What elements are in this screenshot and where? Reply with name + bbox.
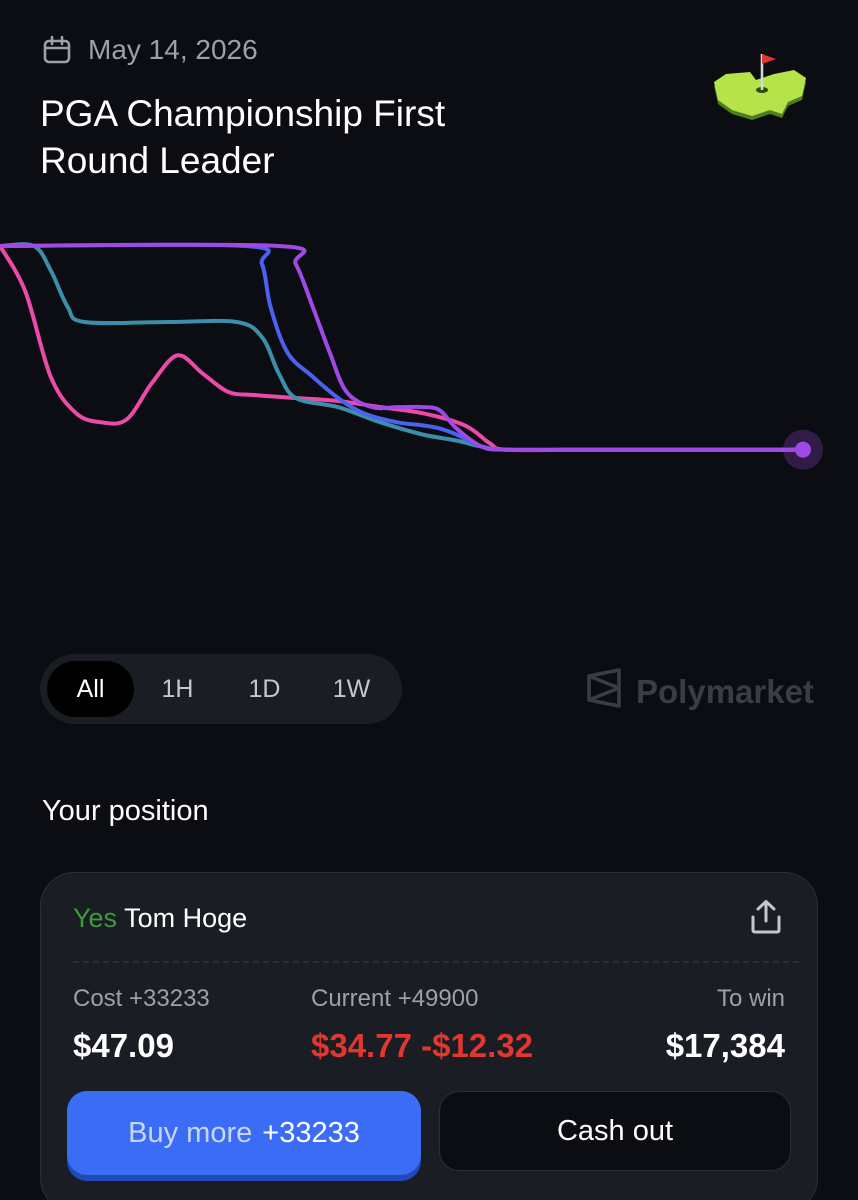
range-tab-1h[interactable]: 1H — [134, 661, 221, 717]
to-win-label: To win — [716, 985, 785, 1012]
to-win-stat: To win $17,384 — [666, 985, 785, 1065]
position-outcome-name: Tom Hoge — [124, 903, 248, 933]
cost-label: Cost +33233 — [73, 985, 210, 1012]
current-value-row: $34.77 -$12.32 — [311, 1027, 533, 1065]
polymarket-logo-icon — [586, 668, 622, 716]
calendar-icon — [42, 35, 72, 65]
buy-more-label: Buy more — [128, 1116, 253, 1149]
chart-series-line-1 — [0, 244, 805, 453]
range-tab-1d[interactable]: 1D — [221, 661, 308, 717]
event-date: May 14, 2026 — [88, 34, 258, 65]
range-tab-all[interactable]: All — [47, 661, 134, 717]
price-chart-svg — [0, 242, 823, 470]
date-row: May 14, 2026 — [42, 34, 258, 66]
cost-value: $47.09 — [73, 1027, 174, 1064]
position-side: Yes — [73, 903, 118, 933]
time-range-selector: All 1H 1D 1W — [40, 654, 402, 724]
current-value: $34.77 — [311, 1027, 412, 1064]
chart-series-line-4 — [0, 242, 805, 452]
buy-more-amount: +33233 — [262, 1116, 360, 1149]
chart-series-line-2 — [0, 242, 805, 452]
chart-endpoint-dot — [795, 441, 811, 458]
chart-series-line-3 — [0, 242, 805, 452]
to-win-value: $17,384 — [665, 1027, 785, 1064]
share-icon[interactable] — [749, 899, 783, 935]
current-stat: Current +49900 $34.77 -$12.32 — [311, 985, 533, 1065]
current-label: Current +49900 — [311, 985, 479, 1012]
current-change: -$12.32 — [421, 1027, 534, 1064]
cost-stat: Cost +33233 $47.09 — [73, 985, 210, 1065]
your-position-heading: Your position — [42, 795, 209, 827]
position-card: Yes Tom Hoge Cost +33233 $47.09 Current … — [40, 872, 818, 1200]
position-outcome: Yes Tom Hoge — [73, 903, 247, 934]
cash-out-button[interactable]: Cash out — [439, 1091, 791, 1171]
buy-more-button[interactable]: Buy more +33233 — [67, 1091, 421, 1175]
polymarket-logo: Polymarket — [586, 668, 814, 716]
price-chart[interactable] — [0, 210, 858, 610]
market-title: PGA Championship First Round Leader — [40, 93, 446, 181]
range-tab-1w[interactable]: 1W — [308, 661, 395, 717]
polymarket-wordmark: Polymarket — [636, 673, 814, 710]
divider — [73, 961, 799, 963]
golf-flag-map-icon — [708, 48, 812, 132]
